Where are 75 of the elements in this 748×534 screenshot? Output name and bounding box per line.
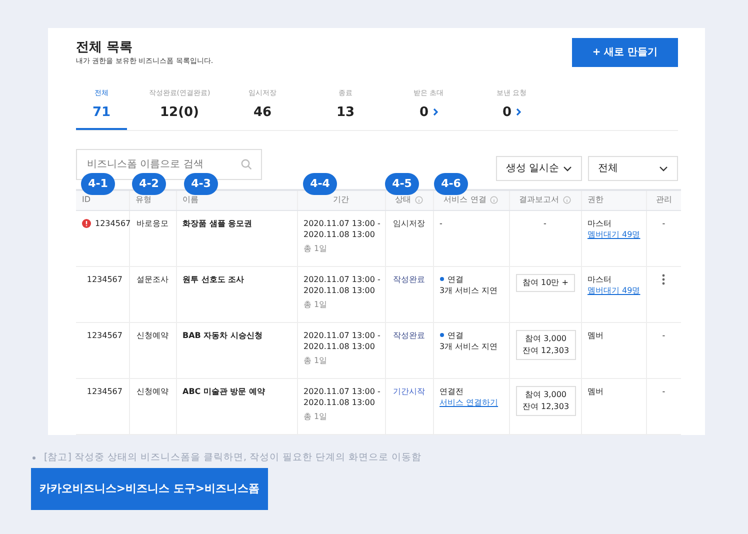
column-header: 유형 (136, 194, 152, 206)
id-text: 1234567 (86, 330, 122, 342)
role-text: 멤버 (588, 330, 604, 342)
search-icon (241, 159, 252, 170)
column-header: 기간 (333, 194, 349, 206)
type-text: 신청예약 (136, 386, 168, 396)
member-link[interactable]: 멤버대기 49명 (588, 230, 640, 240)
chevron-down-icon (659, 166, 668, 172)
column-header: ID (82, 194, 91, 206)
service-status: 연결전 (440, 386, 464, 398)
service-detail: 3개 서비스 지연 (440, 285, 499, 297)
duration-text: 총 1일 (304, 354, 328, 366)
status-text: 임시저장 (393, 218, 425, 228)
manage-text: - (662, 330, 666, 340)
service-status: 연결 (448, 330, 464, 342)
filter-dropdown[interactable]: 생성 일시순 (496, 156, 582, 181)
more-menu-icon[interactable] (662, 274, 666, 285)
id-text: 1234567 (86, 386, 122, 398)
role-text: 마스터 (588, 218, 612, 230)
name-link[interactable]: BAB 자동차 시승신청 (182, 330, 262, 340)
service-status: 연결 (448, 274, 464, 286)
duration-text: 총 1일 (304, 298, 328, 310)
period-text: 2020.11.07 13:00 - 2020.11.08 13:00 (304, 386, 378, 409)
marker-badge: 4-4 (303, 173, 337, 195)
chevron-down-icon (563, 166, 572, 172)
id-text: 1234567 (86, 274, 122, 286)
service-text: - (440, 218, 442, 228)
service-detail: 3개 서비스 지연 (440, 341, 499, 353)
column-header: 상태 (395, 194, 411, 206)
create-button[interactable]: + 새로 만들기 (572, 38, 678, 67)
chevron-right-icon (432, 108, 438, 116)
type-text: 신청예약 (136, 330, 168, 340)
column-header: 서비스 연결 (444, 194, 486, 206)
status-text: 작성완료 (393, 274, 425, 284)
info-icon (415, 196, 423, 204)
page-title: 전체 목록 (76, 40, 134, 56)
role-text: 마스터 (588, 274, 612, 286)
period-text: 2020.11.07 13:00 - 2020.11.08 13:00 (304, 218, 378, 241)
result-text: - (544, 218, 546, 228)
chevron-right-icon (516, 108, 521, 116)
name-link[interactable]: ABC 미술관 방문 예약 (182, 386, 266, 396)
member-link[interactable]: 멤버대기 49명 (588, 286, 640, 296)
column-header: 관리 (656, 194, 672, 206)
period-text: 2020.11.07 13:00 - 2020.11.08 13:00 (304, 330, 378, 353)
period-text: 2020.11.07 13:00 - 2020.11.08 13:00 (304, 274, 378, 297)
connect-link[interactable]: 서비스 연결하기 (440, 398, 498, 408)
type-text: 설문조사 (136, 274, 168, 284)
status-text: 기간시작 (393, 386, 425, 396)
type-text: 바로응모 (136, 218, 168, 228)
status-dot-icon (440, 277, 444, 282)
note-text: [참고] 작성중 상태의 비즈니스폼을 클릭하면, 작성이 필요한 단계의 화면으로 이동함 (44, 451, 422, 465)
bullet-icon (32, 456, 36, 460)
status-dot-icon (440, 333, 444, 338)
duration-text: 총 1일 (304, 242, 328, 254)
status-text: 작성완료 (393, 330, 425, 340)
marker-badge: 4-5 (385, 173, 419, 195)
column-header: 이름 (182, 194, 198, 206)
name-link[interactable]: 원투 선호도 조사 (182, 274, 244, 284)
id-text: 1234567 (95, 218, 131, 230)
manage-text: - (662, 218, 666, 228)
marker-badge: 4-6 (434, 173, 468, 195)
duration-text: 총 1일 (304, 410, 328, 422)
result-box: 참여 3,000 잔여 12,303 (516, 330, 576, 360)
filter-dropdown[interactable]: 전체 (588, 156, 678, 181)
role-text: 멤버 (588, 386, 604, 398)
result-box: 참여 3,000 잔여 12,303 (516, 386, 576, 416)
column-header: 결과보고서 (519, 194, 559, 206)
manage-text: - (662, 386, 666, 396)
info-icon (563, 196, 571, 204)
info-icon (490, 196, 498, 204)
search-field[interactable]: 비즈니스폼 이름으로 검색 (76, 149, 262, 180)
result-box: 참여 10만 + (516, 274, 576, 292)
name-link[interactable]: 화장품 샘플 응모권 (182, 218, 252, 228)
path-button[interactable]: 카카오비즈니스>비즈니스 도구>비즈니스폼 (31, 468, 268, 510)
column-header: 권한 (588, 194, 604, 206)
